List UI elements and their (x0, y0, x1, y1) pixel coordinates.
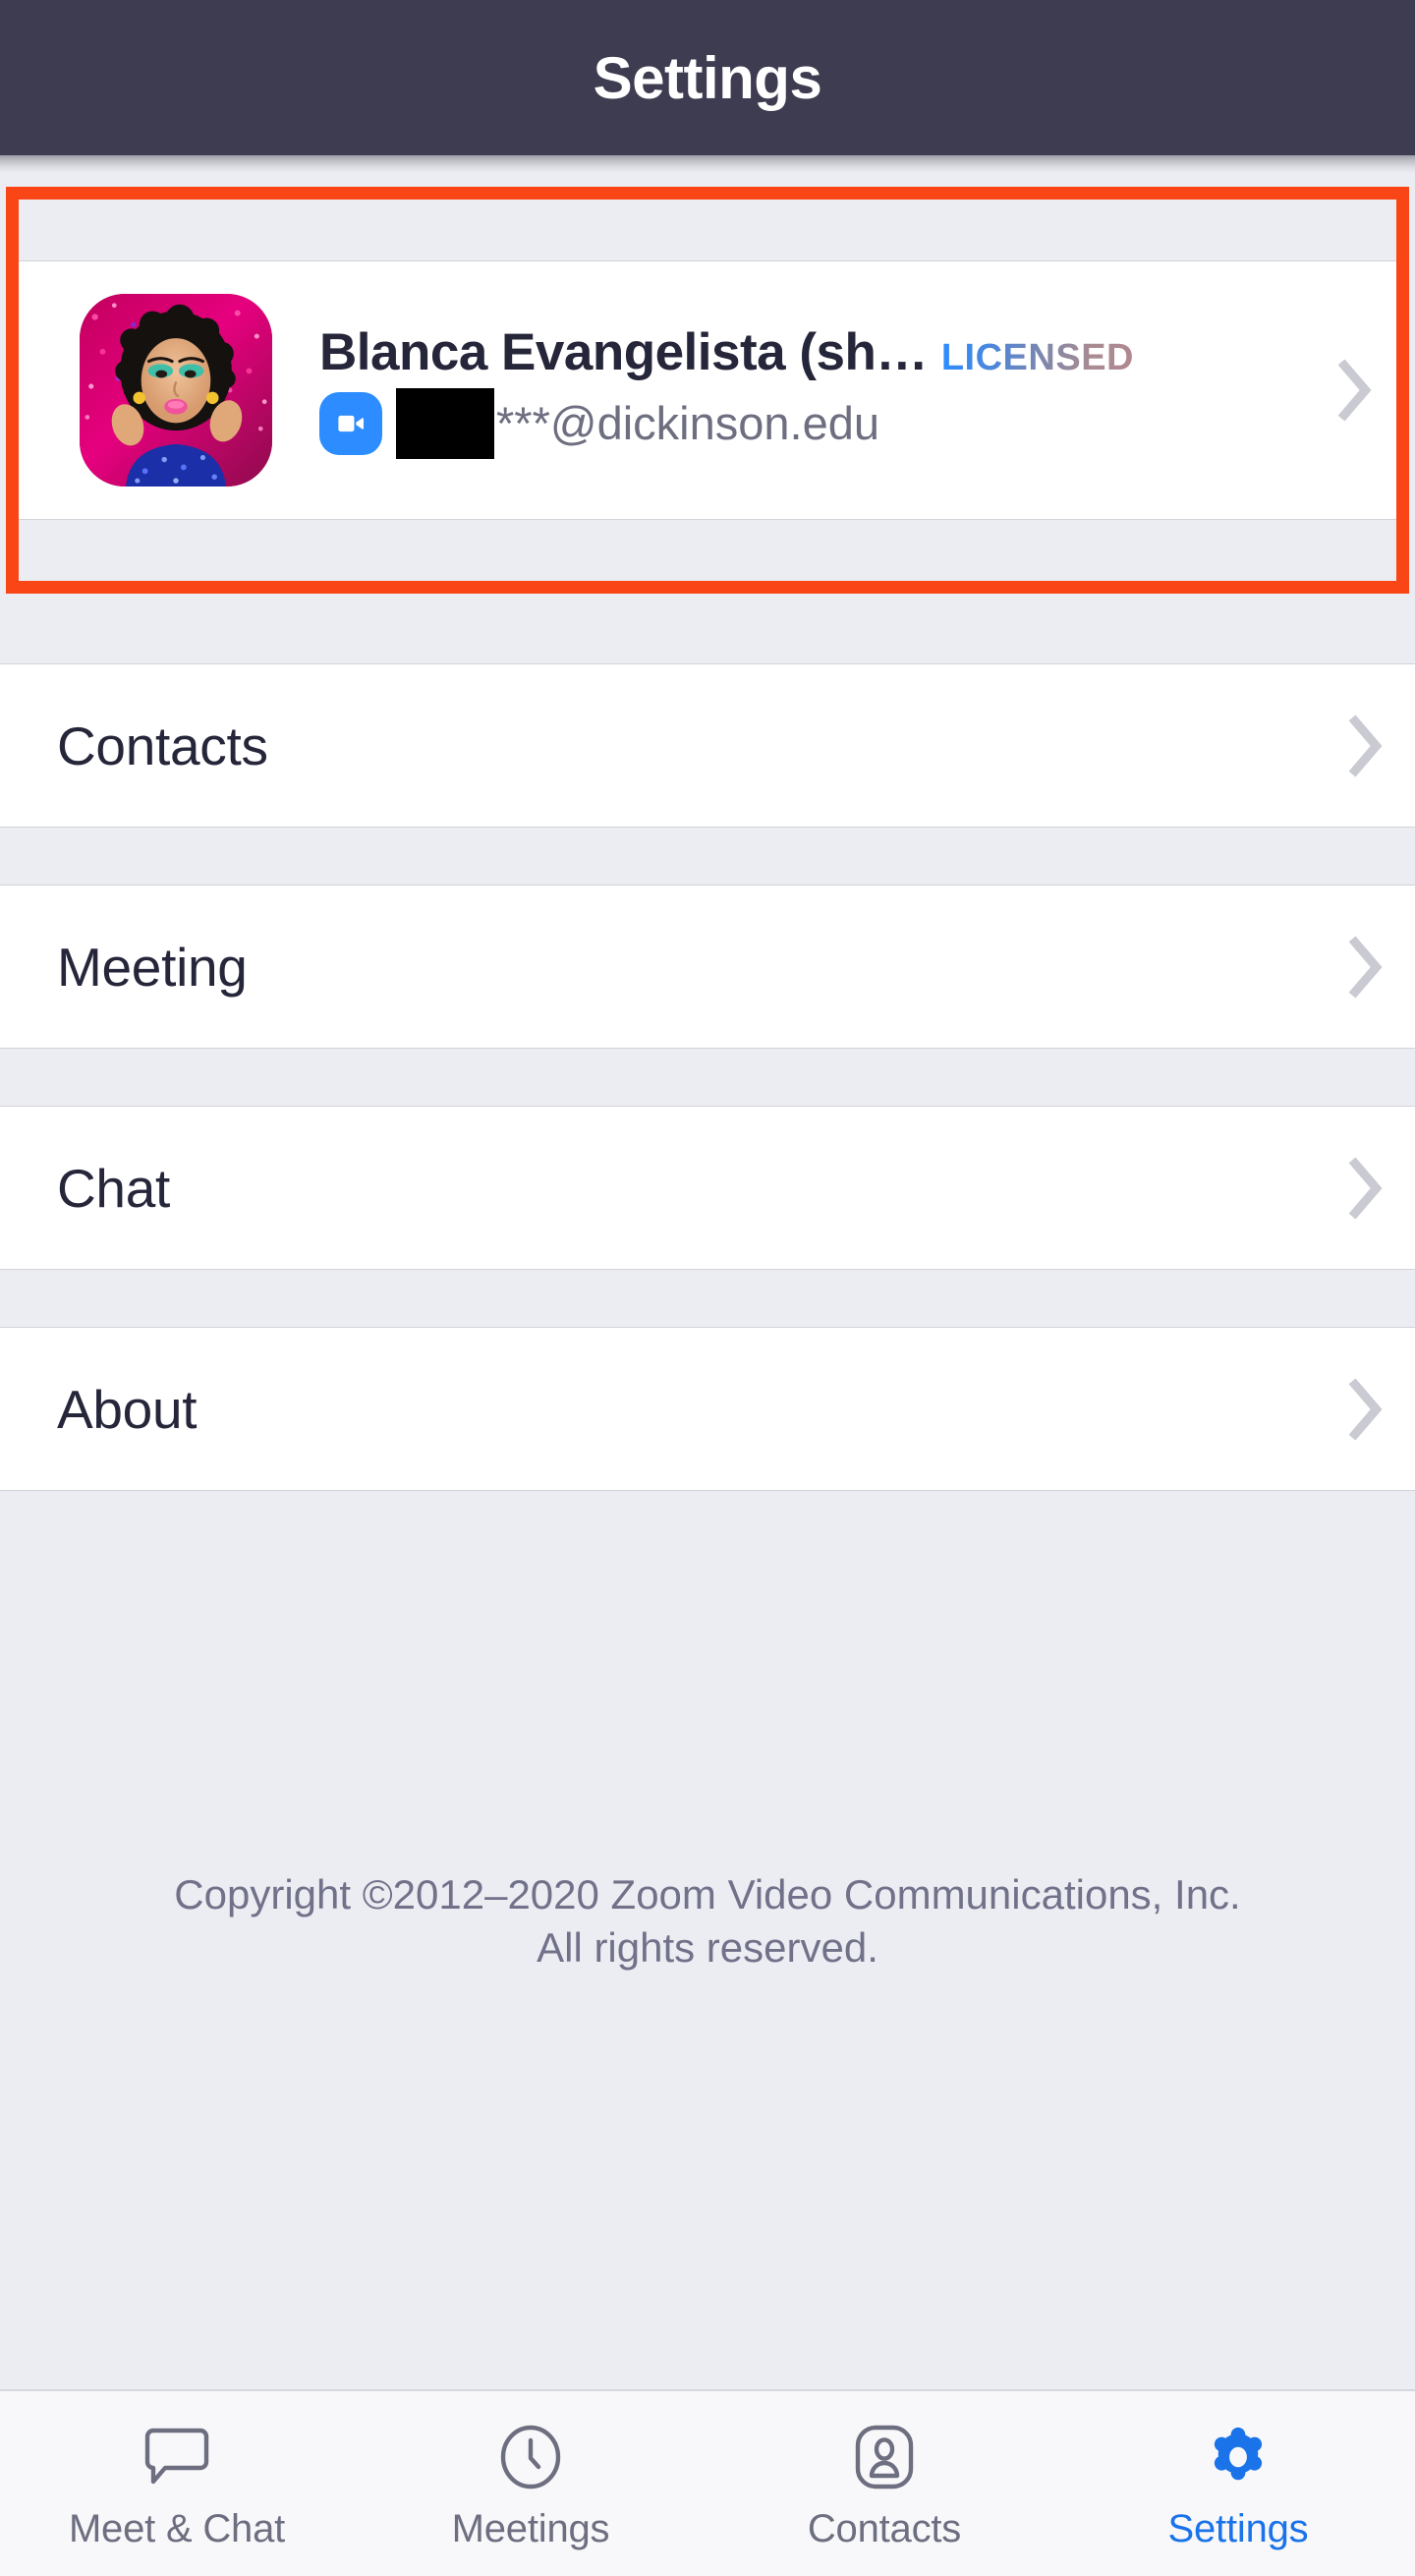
bottom-tab-bar: Meet & Chat Meetings Contacts Settings (0, 2389, 1415, 2576)
header-shadow (0, 155, 1415, 173)
chevron-right-icon (1337, 359, 1372, 422)
copyright-text: Copyright ©2012–2020 Zoom Video Communic… (0, 1868, 1415, 1975)
chevron-right-icon (1348, 935, 1383, 999)
avatar (80, 294, 272, 487)
chevron-right-icon (1348, 1377, 1383, 1441)
menu-item-about[interactable]: About (0, 1328, 1415, 1490)
menu-separator (0, 827, 1415, 886)
menu-item-label: About (57, 1378, 198, 1440)
person-card-icon (854, 2419, 915, 2495)
tab-meet-and-chat[interactable]: Meet & Chat (0, 2391, 354, 2576)
chat-bubble-icon (143, 2419, 210, 2495)
profile-name-line: Blanca Evangelista (sh… LICENSED (319, 322, 1322, 382)
copyright-line-2: All rights reserved. (537, 1923, 878, 1971)
settings-screen: Settings Blanca Evangelista (sh… LICENSE… (0, 0, 1415, 2576)
tab-meetings[interactable]: Meetings (354, 2391, 708, 2576)
menu-item-label: Meeting (57, 936, 248, 998)
profile-chevron[interactable] (1331, 355, 1375, 426)
chevron-right-icon (1348, 1156, 1383, 1220)
menu-item-chat[interactable]: Chat (0, 1107, 1415, 1269)
chevron-right-icon (1348, 714, 1383, 777)
zoom-video-icon (319, 391, 382, 455)
profile-section-bottom-spacer (19, 519, 1396, 580)
menu-bottom-divider (0, 1490, 1415, 1491)
menu-item-label: Chat (57, 1157, 170, 1219)
app-header: Settings (0, 0, 1415, 155)
tab-settings[interactable]: Settings (1061, 2391, 1415, 2576)
menu-separator (0, 1048, 1415, 1107)
profile-row[interactable]: Blanca Evangelista (sh… LICENSED ***@dic… (19, 261, 1396, 519)
profile-info: Blanca Evangelista (sh… LICENSED ***@dic… (319, 322, 1322, 459)
status-badge: LICENSED (940, 336, 1134, 378)
tab-contacts[interactable]: Contacts (708, 2391, 1061, 2576)
profile-email-line: ***@dickinson.edu (319, 387, 1322, 459)
profile-email: ***@dickinson.edu (496, 397, 879, 449)
tab-label: Meetings (451, 2507, 610, 2550)
profile-highlight-frame: Blanca Evangelista (sh… LICENSED ***@dic… (6, 187, 1409, 594)
menu-item-label: Contacts (57, 715, 268, 776)
tab-label: Meet & Chat (68, 2507, 286, 2550)
menu-item-meeting[interactable]: Meeting (0, 886, 1415, 1048)
profile-name: Blanca Evangelista (sh… (319, 322, 928, 381)
menu-separator (0, 605, 1415, 664)
settings-menu-list: Contacts Meeting Chat About (0, 605, 1415, 1491)
redacted-email-block (396, 387, 494, 459)
menu-separator (0, 1269, 1415, 1328)
settings-body: Blanca Evangelista (sh… LICENSED ***@dic… (0, 173, 1415, 2389)
profile-section-top-spacer (19, 200, 1396, 261)
clock-icon (497, 2419, 564, 2495)
tab-label: Contacts (807, 2507, 962, 2550)
menu-item-contacts[interactable]: Contacts (0, 664, 1415, 827)
gear-icon (1206, 2419, 1271, 2495)
tab-label: Settings (1167, 2507, 1309, 2550)
copyright-line-1: Copyright ©2012–2020 Zoom Video Communic… (174, 1871, 1241, 1918)
page-title: Settings (593, 44, 822, 111)
avatar-photo-icon (80, 294, 272, 487)
